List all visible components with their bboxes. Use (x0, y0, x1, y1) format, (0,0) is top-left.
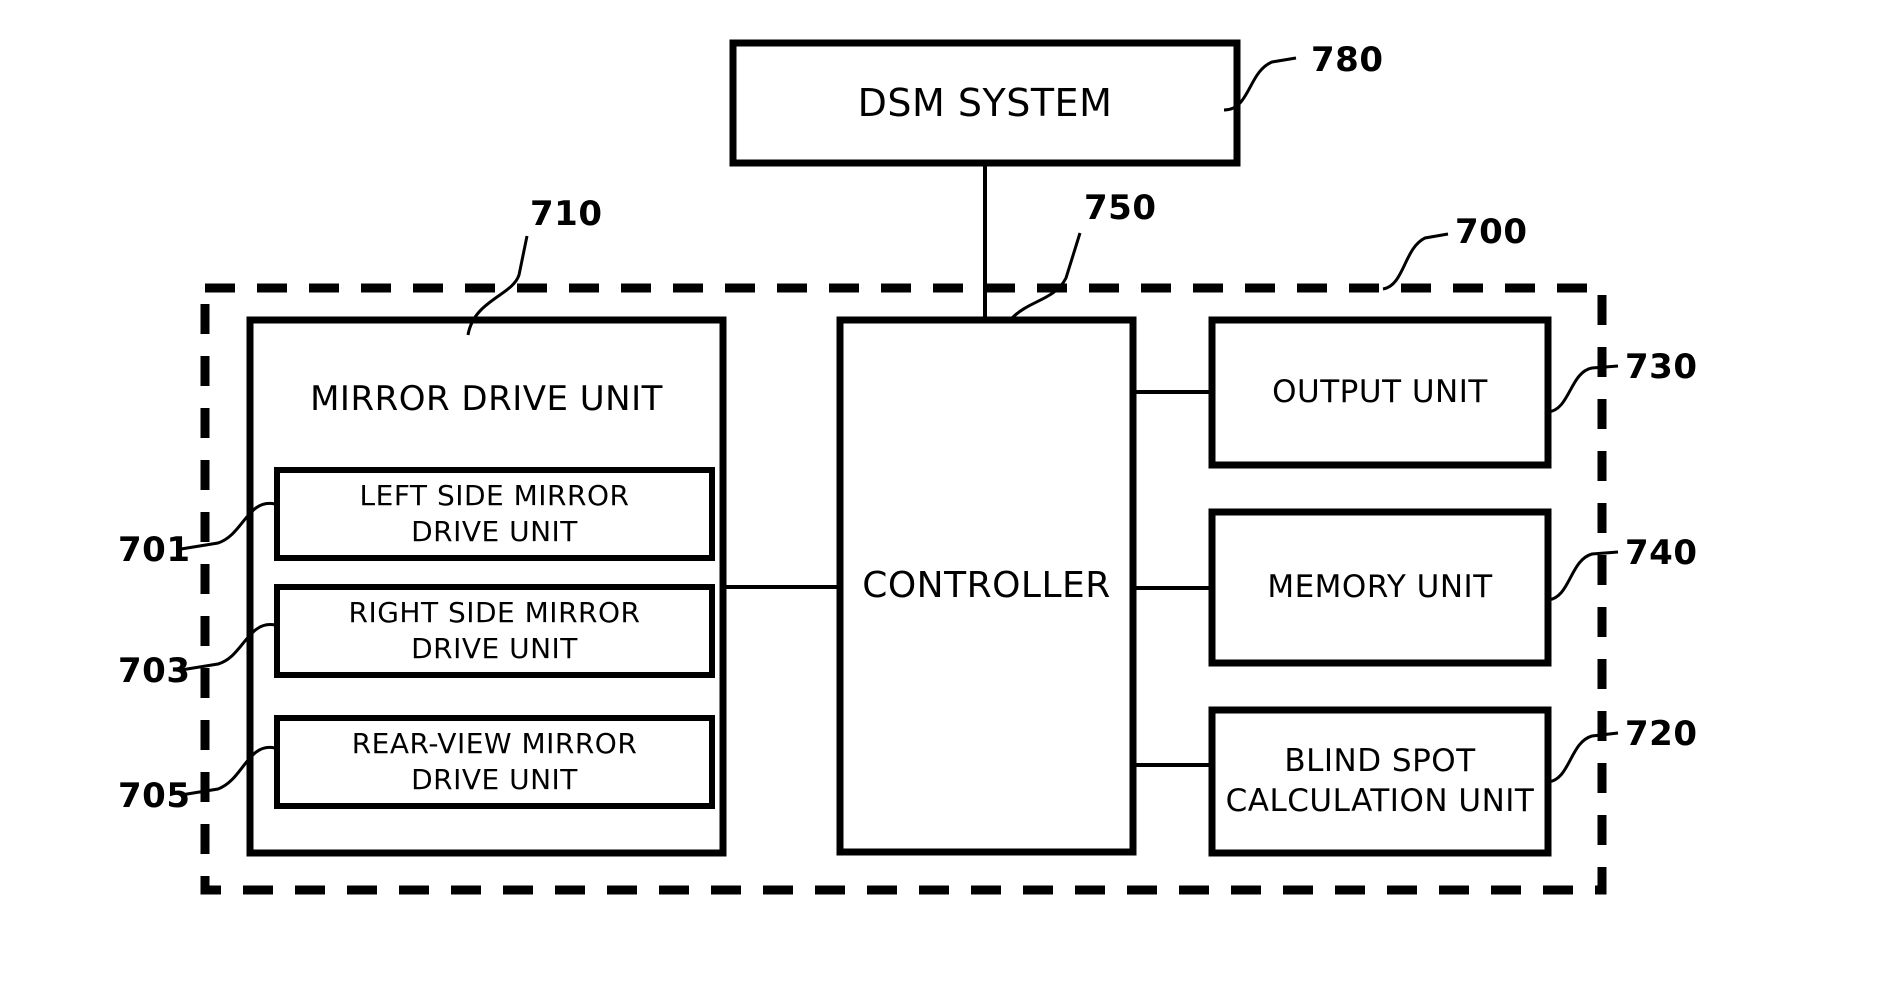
controller-box (836, 316, 1137, 856)
leader-line-730 (1547, 364, 1619, 414)
figure-canvas: DSM SYSTEM MIRROR DRIVE UNIT LEFT SIDE M… (0, 0, 1879, 1004)
output-unit-box (1208, 316, 1552, 469)
leader-line-740 (1547, 550, 1619, 602)
reference-numeral-740: 740 (1625, 533, 1698, 573)
memory-unit-box (1208, 508, 1552, 667)
reference-numeral-703: 703 (118, 651, 191, 691)
reference-numeral-720: 720 (1625, 714, 1698, 754)
diagram-vector-layer (180, 39, 1619, 895)
leader-line-700 (1382, 232, 1449, 291)
leader-line-720 (1547, 731, 1619, 784)
dsm-system-box (729, 39, 1241, 167)
left-side-mirror-drive-unit-box (274, 467, 715, 561)
reference-numeral-700: 700 (1455, 212, 1528, 252)
rear-view-mirror-drive-unit-box (274, 715, 715, 809)
leader-line-750 (1010, 232, 1082, 320)
reference-numeral-750: 750 (1084, 188, 1157, 228)
reference-numeral-705: 705 (118, 776, 191, 816)
blind-spot-calculation-unit-box (1208, 706, 1552, 857)
reference-numeral-710: 710 (530, 194, 603, 234)
reference-numeral-780: 780 (1311, 40, 1384, 80)
reference-numeral-730: 730 (1625, 347, 1698, 387)
reference-numeral-701: 701 (118, 530, 191, 570)
right-side-mirror-drive-unit-box (274, 584, 715, 678)
